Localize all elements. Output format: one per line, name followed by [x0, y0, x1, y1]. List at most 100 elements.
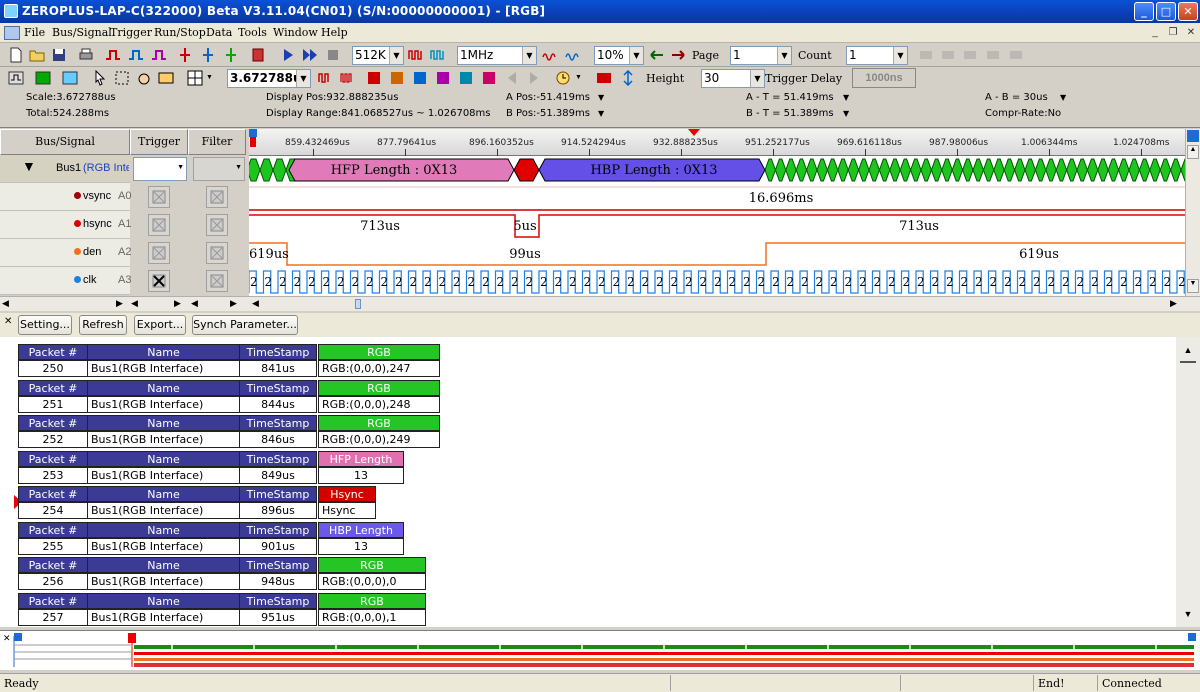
- mdi-restore-icon[interactable]: ❐: [1166, 26, 1180, 40]
- nav-next-icon[interactable]: [962, 47, 978, 63]
- mdi-close-icon[interactable]: ✕: [1184, 26, 1198, 40]
- clock-icon[interactable]: [555, 70, 571, 86]
- scroll-right-icon[interactable]: ▶: [230, 298, 242, 310]
- nav-extra-icon[interactable]: [1008, 47, 1024, 63]
- count-select[interactable]: 1 ▼: [846, 46, 908, 65]
- packet-list[interactable]: Packet # Name TimeStamp RGB 250 Bus1(RGB Inte…: [0, 337, 1176, 627]
- synch-parameter-button[interactable]: Synch Parameter...: [192, 315, 298, 335]
- bus-signal-header[interactable]: Bus/Signal: [0, 129, 130, 155]
- scale-select[interactable]: 3.672788u ▼: [227, 69, 311, 88]
- open-folder-icon[interactable]: [29, 47, 45, 63]
- scroll-left-icon[interactable]: ◀: [191, 298, 203, 310]
- menu-bus-signal[interactable]: Bus/Signal: [52, 26, 112, 39]
- signal-trigger-cell[interactable]: [148, 270, 170, 292]
- signal-trigger-cell[interactable]: [148, 214, 170, 236]
- minimize-button[interactable]: _: [1134, 2, 1154, 21]
- scroll-right-icon[interactable]: ▶: [116, 298, 128, 310]
- state-view-icon[interactable]: [62, 70, 78, 86]
- setting-button[interactable]: Setting...: [18, 315, 72, 335]
- scroll-up-icon[interactable]: ▲: [1187, 145, 1199, 159]
- measure-icon[interactable]: [158, 70, 174, 86]
- waveform-vertical-scrollbar[interactable]: ▲ ▼: [1185, 129, 1200, 296]
- signal-row-clk[interactable]: clk A3: [0, 267, 246, 295]
- signal-trigger-cell[interactable]: [148, 186, 170, 208]
- menu-data[interactable]: Data: [206, 26, 232, 39]
- nav-last-icon[interactable]: [985, 47, 1001, 63]
- scroll-thumb[interactable]: [1180, 361, 1196, 363]
- refresh-button[interactable]: Refresh: [79, 315, 127, 335]
- height-select[interactable]: 30 ▼: [701, 69, 765, 88]
- run-icon[interactable]: [280, 47, 296, 63]
- packet-row[interactable]: Packet # Name TimeStamp HBP Length 255 Bus1(R…: [18, 521, 448, 556]
- trigger-marker[interactable]: [250, 137, 256, 147]
- packet-row[interactable]: Packet # Name TimeStamp RGB 257 Bus1(RGB Inte…: [18, 592, 448, 627]
- bar-icon-1[interactable]: [366, 70, 382, 86]
- scroll-left-icon[interactable]: ◀: [252, 298, 264, 310]
- print-icon[interactable]: [78, 47, 94, 63]
- display-pos-marker-icon[interactable]: [688, 129, 700, 137]
- trigger-c-icon[interactable]: [151, 47, 167, 63]
- cursor-a-marker[interactable]: [249, 129, 257, 137]
- signal-height-icon[interactable]: [620, 70, 636, 86]
- stop-icon[interactable]: [325, 47, 341, 63]
- scroll-down-icon[interactable]: ▼: [1187, 279, 1199, 293]
- mdi-minimize-icon[interactable]: _: [1148, 26, 1162, 40]
- packet-row[interactable]: Packet # Name TimeStamp Hsync 254 Bus1(RGB In…: [18, 485, 448, 520]
- waveform-horizontal-scrollbar[interactable]: ◀ ▶ ◀ ▶ ◀ ▶ ◀ ▶: [0, 296, 1200, 311]
- select-icon[interactable]: [114, 70, 130, 86]
- memory-icon[interactable]: [250, 47, 266, 63]
- menu-file[interactable]: File: [24, 26, 45, 39]
- menu-tools[interactable]: Tools: [238, 26, 267, 39]
- trigger-delay-button[interactable]: 1000ns: [852, 68, 916, 88]
- packet-list-scrollbar[interactable]: ▲ ▼: [1176, 337, 1200, 627]
- sample-depth-select[interactable]: 512K ▼: [352, 46, 404, 65]
- signal-filter-cell[interactable]: [206, 214, 228, 236]
- run-repeat-icon[interactable]: [302, 47, 318, 63]
- waveform-view-icon[interactable]: [8, 70, 24, 86]
- trigger-header[interactable]: Trigger: [130, 129, 188, 155]
- chevron-down-icon[interactable]: ▼: [843, 93, 849, 102]
- bar-icon-6[interactable]: [481, 70, 497, 86]
- signal-row-den[interactable]: den A2: [0, 239, 246, 267]
- trigger-position-select[interactable]: 10% ▼: [594, 46, 644, 65]
- trigger-b-icon[interactable]: [128, 47, 144, 63]
- menu-trigger[interactable]: Trigger: [110, 26, 152, 39]
- signal-filter-cell[interactable]: [206, 270, 228, 292]
- sample-rate-select[interactable]: 1MHz ▼: [457, 46, 537, 65]
- packet-row[interactable]: Packet # Name TimeStamp RGB 252 Bus1(RGB Inte…: [18, 414, 448, 449]
- close-button[interactable]: ✕: [1178, 2, 1198, 21]
- grid-icon[interactable]: [187, 70, 203, 86]
- depth-wave-icon[interactable]: [430, 47, 446, 63]
- maximize-button[interactable]: □: [1156, 2, 1176, 21]
- packet-row[interactable]: Packet # Name TimeStamp RGB 256 Bus1(RGB Inte…: [18, 556, 448, 591]
- packet-row[interactable]: Packet # Name TimeStamp HFP Length 253 Bus1(R…: [18, 450, 448, 485]
- bus-icon[interactable]: [596, 70, 612, 86]
- zoom-out-icon[interactable]: [340, 70, 356, 86]
- chevron-down-icon[interactable]: ▼: [206, 74, 213, 81]
- signal-row-vsync[interactable]: vsync A0: [0, 183, 246, 211]
- cursor-b-marker[interactable]: [1187, 130, 1199, 142]
- scroll-right-icon[interactable]: ▶: [174, 298, 186, 310]
- export-button[interactable]: Export...: [134, 315, 186, 335]
- cursor-b-icon[interactable]: [200, 47, 216, 63]
- scroll-left-icon[interactable]: ◀: [2, 298, 14, 310]
- depth-settings-icon[interactable]: [408, 47, 424, 63]
- packet-row[interactable]: Packet # Name TimeStamp RGB 251 Bus1(RGB Inte…: [18, 379, 448, 414]
- time-ruler[interactable]: 859.432469us 877.79641us 896.160352us 914.5…: [249, 129, 1185, 156]
- rate-blue-icon[interactable]: [565, 47, 581, 63]
- document-icon[interactable]: [4, 26, 20, 40]
- scroll-left-icon[interactable]: ◀: [131, 298, 143, 310]
- scroll-down-icon[interactable]: ▼: [1180, 609, 1196, 623]
- signal-trigger-cell[interactable]: [148, 242, 170, 264]
- trigger-pos-right-icon[interactable]: [670, 47, 686, 63]
- seek-prev-icon[interactable]: [504, 70, 520, 86]
- save-icon[interactable]: [51, 47, 67, 63]
- waveform-area[interactable]: HFP Length : 0X13 HBP Length : 0X13 16.6…: [249, 156, 1185, 296]
- bar-icon-4[interactable]: [435, 70, 451, 86]
- chevron-down-icon[interactable]: ▼: [575, 74, 582, 81]
- trigger-a-icon[interactable]: [105, 47, 121, 63]
- waveform-scroll-thumb[interactable]: [355, 299, 361, 309]
- menu-window[interactable]: Window: [273, 26, 318, 39]
- chevron-down-icon[interactable]: ▼: [598, 109, 604, 118]
- close-panel-icon[interactable]: ✕: [4, 316, 12, 327]
